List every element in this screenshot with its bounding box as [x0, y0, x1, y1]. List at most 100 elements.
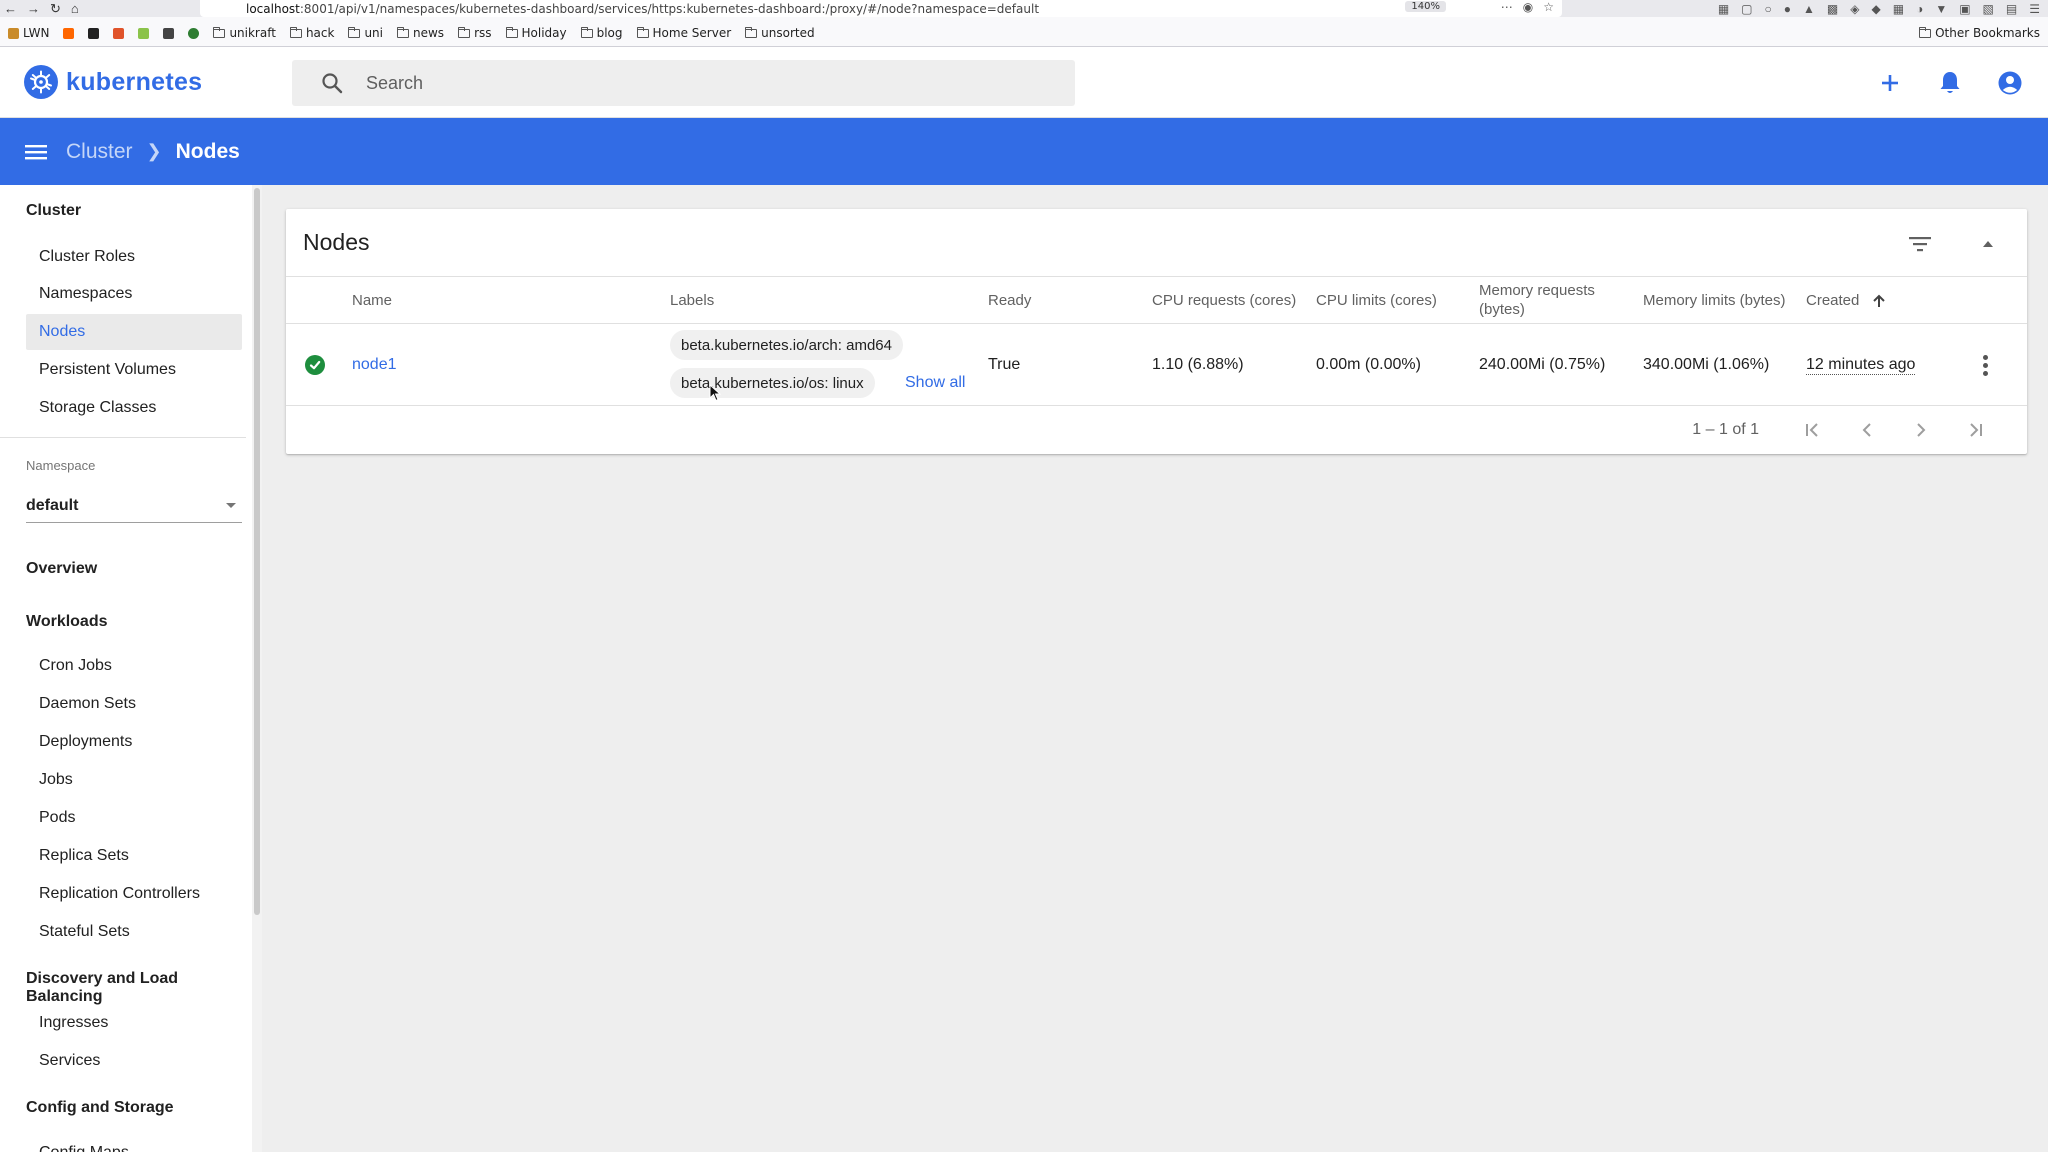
extension-icon[interactable]: ▤	[2006, 2, 2017, 16]
first-page-button[interactable]	[1800, 417, 1826, 443]
create-button[interactable]	[1874, 67, 1906, 99]
sidebar-item-stateful-sets[interactable]: Stateful Sets	[26, 914, 242, 950]
namespace-select[interactable]: default	[26, 489, 242, 523]
paginator-range-label: 1 – 1 of 1	[1692, 421, 1759, 438]
column-header-created[interactable]: Created	[1806, 277, 1887, 325]
node-name-link[interactable]: node1	[352, 356, 397, 374]
notifications-button[interactable]	[1934, 67, 1966, 99]
bookmark-folder-news[interactable]: news	[397, 26, 444, 40]
bookmark-folder-uni[interactable]: uni	[348, 26, 383, 40]
sidebar-item-deployments[interactable]: Deployments	[26, 724, 242, 760]
sidebar-item-jobs[interactable]: Jobs	[26, 762, 242, 798]
sidebar-item-pods[interactable]: Pods	[26, 800, 242, 836]
forward-icon[interactable]: →	[27, 1, 40, 16]
memory-requests-cell: 240.00Mi (0.75%)	[1479, 356, 1606, 373]
show-all-labels-button[interactable]: Show all	[905, 374, 965, 392]
chat-icon	[138, 27, 150, 39]
page-actions-icon[interactable]: ⋯	[1501, 0, 1513, 14]
sidebar-item-nodes[interactable]: Nodes	[26, 314, 242, 350]
sidebar-scrollbar-thumb[interactable]	[254, 188, 260, 915]
extension-icon[interactable]: ▧	[1983, 2, 1994, 16]
extension-icon[interactable]: ●	[1784, 2, 1791, 16]
column-header-ready[interactable]: Ready	[988, 277, 1031, 325]
bookmark-li[interactable]	[113, 27, 125, 39]
next-page-button[interactable]	[1908, 417, 1934, 443]
back-icon[interactable]: ←	[4, 1, 17, 16]
column-header-cpu-requests[interactable]: CPU requests (cores)	[1152, 277, 1296, 325]
library-icon[interactable]: ▦	[1718, 2, 1729, 16]
extension-icon[interactable]: ▲	[1803, 2, 1815, 16]
row-actions-button[interactable]	[1973, 352, 1997, 378]
column-header-name[interactable]: Name	[352, 277, 392, 325]
plus-icon	[1882, 75, 1898, 91]
sidebar-section-config[interactable]: Config and Storage	[26, 1099, 174, 1117]
search-box[interactable]	[292, 60, 1075, 106]
reload-icon[interactable]: ↻	[50, 1, 61, 17]
bookmark-folder-hack[interactable]: hack	[289, 26, 334, 40]
last-page-button[interactable]	[1962, 417, 1988, 443]
address-bar[interactable]: localhost:8001/api/v1/namespaces/kuberne…	[200, 0, 1562, 17]
sidebar-section-cluster[interactable]: Cluster	[26, 202, 81, 220]
column-header-cpu-limits[interactable]: CPU limits (cores)	[1316, 277, 1437, 325]
extension-icon[interactable]: ○	[1765, 2, 1772, 16]
sidebar-item-ingresses[interactable]: Ingresses	[26, 1005, 242, 1041]
pocket-icon[interactable]: ◉	[1523, 0, 1533, 14]
nav-menu-button[interactable]	[22, 138, 50, 166]
bookmark-folder-holiday[interactable]: Holiday	[505, 26, 567, 40]
sidebar-item-replica-sets[interactable]: Replica Sets	[26, 838, 242, 874]
filter-button[interactable]	[1907, 231, 1933, 257]
breadcrumb-cluster[interactable]: Cluster	[66, 140, 133, 164]
sidebar-section-workloads[interactable]: Workloads	[26, 613, 108, 631]
bookmark-folder-unikraft[interactable]: unikraft	[213, 26, 276, 40]
sidebar-item-config-maps[interactable]: Config Maps	[26, 1135, 242, 1152]
bookmark-hn[interactable]	[63, 27, 75, 39]
sidebar-toggle-icon[interactable]: ▢	[1741, 2, 1752, 16]
extension-icon[interactable]: ▣	[1959, 2, 1970, 16]
bookmark-dot[interactable]	[188, 27, 200, 39]
collapse-button[interactable]	[1975, 231, 2001, 257]
sidebar-item-namespaces[interactable]: Namespaces	[26, 276, 242, 312]
bookmark-folder-unsorted[interactable]: unsorted	[745, 26, 815, 40]
extension-icon[interactable]: ▦	[1893, 2, 1904, 16]
bookmark-star-icon[interactable]: ☆	[1543, 0, 1554, 14]
cs-icon	[88, 27, 100, 39]
column-header-memory-requests[interactable]: Memory requests (bytes)	[1479, 277, 1595, 325]
url-actions: ⋯ ◉ ☆	[1501, 0, 1554, 14]
bookmark-folder-rss[interactable]: rss	[458, 26, 492, 40]
folder-icon	[289, 26, 302, 38]
sidebar-section-overview[interactable]: Overview	[26, 560, 97, 578]
bookmark-lwn[interactable]: LWN	[8, 26, 49, 40]
sidebar-section-discovery[interactable]: Discovery and Load Balancing	[26, 970, 252, 1006]
extension-icon[interactable]: ◈	[1850, 2, 1859, 16]
sidebar-item-persistent-volumes[interactable]: Persistent Volumes	[26, 352, 242, 388]
bookmark-chat[interactable]	[138, 27, 150, 39]
sidebar-item-cluster-roles[interactable]: Cluster Roles	[26, 239, 242, 275]
menu-icon[interactable]: ☰	[2029, 2, 2040, 16]
extension-icon[interactable]: ▩	[1827, 2, 1838, 16]
last-page-icon	[1970, 423, 1982, 437]
bookmark-folder-blog[interactable]: blog	[580, 26, 623, 40]
search-input[interactable]	[366, 72, 966, 94]
bookmark-folder-home-server[interactable]: Home Server	[636, 26, 731, 40]
sidebar-item-replication-controllers[interactable]: Replication Controllers	[26, 876, 242, 912]
bookmark-doc[interactable]	[163, 27, 175, 39]
home-icon[interactable]: ⌂	[71, 1, 79, 16]
extension-icon[interactable]: ◑	[1916, 2, 1923, 16]
account-button[interactable]	[1994, 67, 2026, 99]
previous-page-button[interactable]	[1854, 417, 1880, 443]
kubernetes-logo[interactable]: kubernetes	[24, 65, 202, 99]
sidebar-item-services[interactable]: Services	[26, 1043, 242, 1079]
sidebar-item-daemon-sets[interactable]: Daemon Sets	[26, 686, 242, 722]
zoom-level[interactable]: 140%	[1405, 1, 1446, 12]
sidebar-item-cron-jobs[interactable]: Cron Jobs	[26, 648, 242, 684]
document-icon	[163, 27, 175, 39]
sidebar-item-storage-classes[interactable]: Storage Classes	[26, 390, 242, 426]
folder-icon	[505, 26, 518, 38]
extension-icon[interactable]: ◆	[1871, 2, 1880, 16]
bookmark-cs[interactable]	[88, 27, 100, 39]
folder-icon	[397, 26, 409, 38]
extension-icon[interactable]: ▼	[1935, 2, 1947, 16]
other-bookmarks[interactable]: Other Bookmarks	[1919, 22, 2040, 44]
column-header-memory-limits[interactable]: Memory limits (bytes)	[1643, 277, 1786, 325]
node-name-cell: node1	[352, 324, 397, 406]
